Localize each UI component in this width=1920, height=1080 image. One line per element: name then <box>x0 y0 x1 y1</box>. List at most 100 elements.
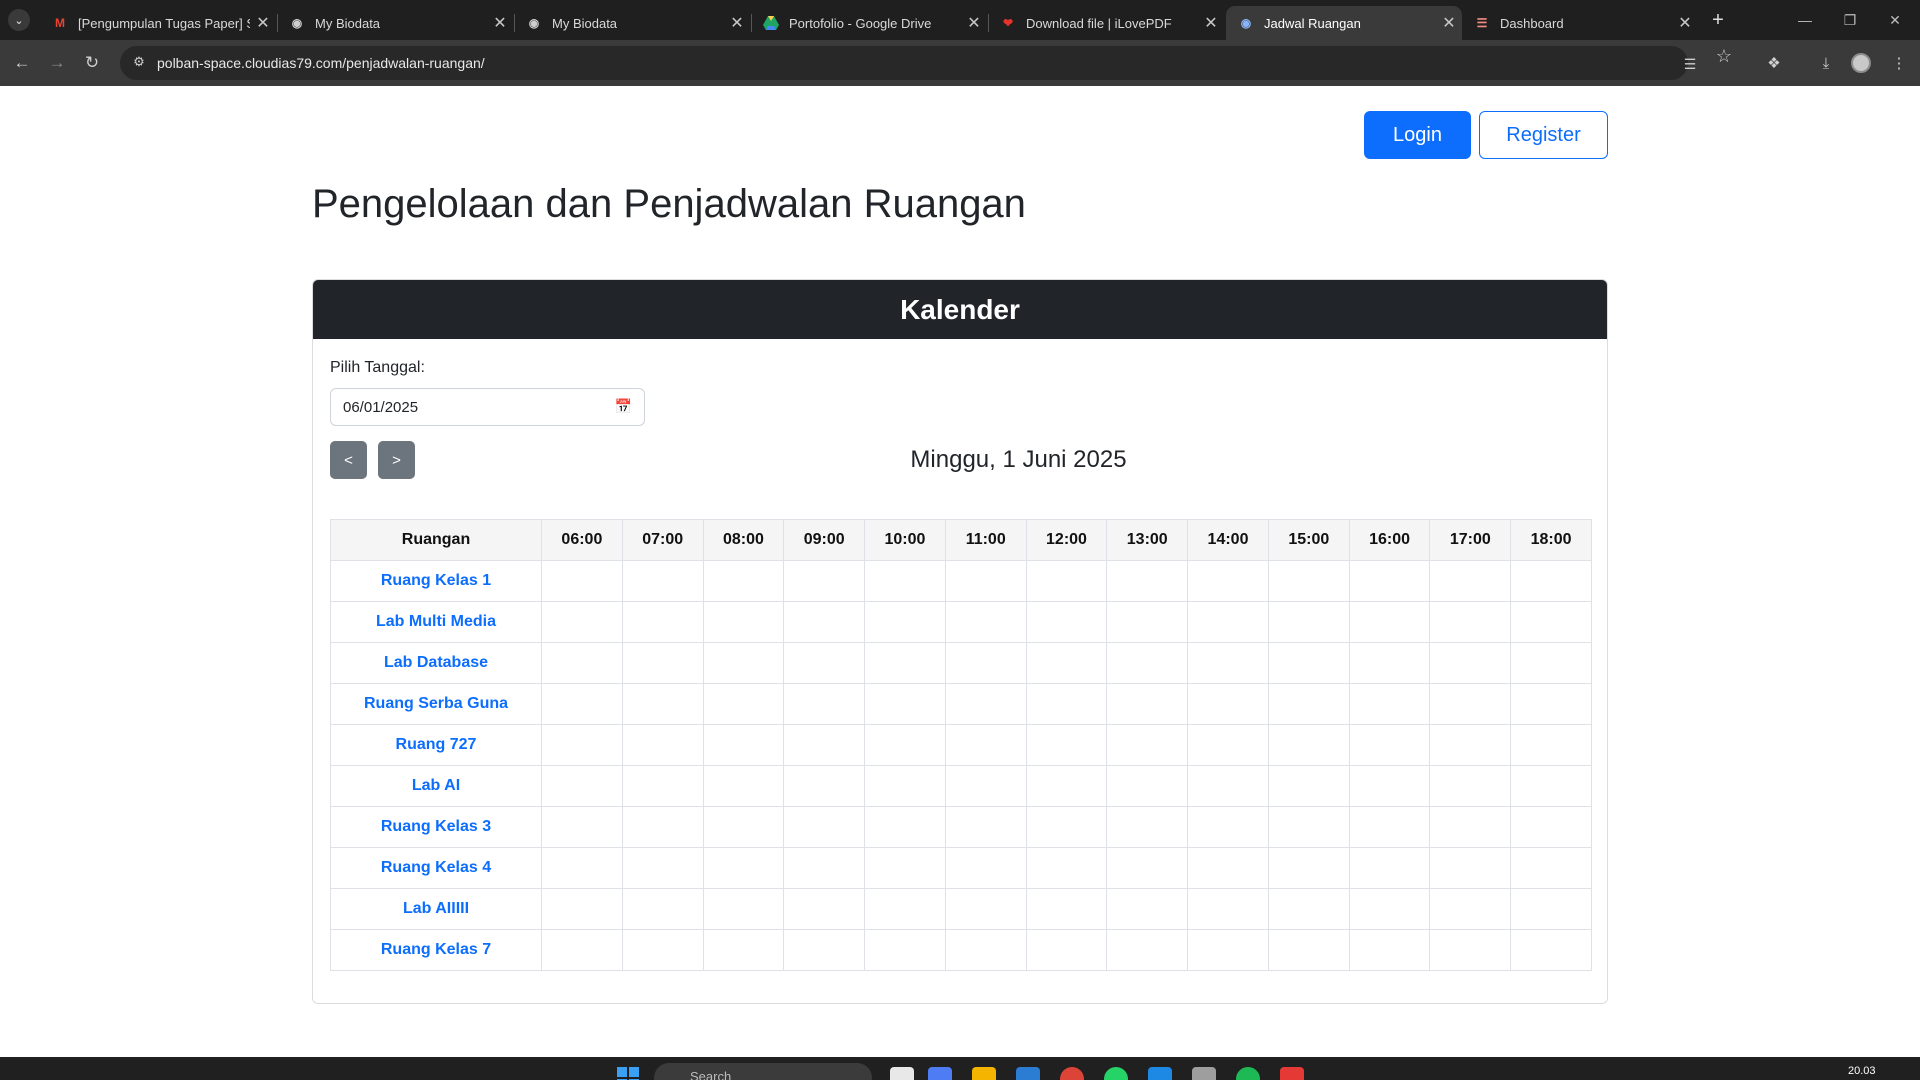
schedule-slot[interactable] <box>541 642 623 684</box>
schedule-slot[interactable] <box>864 929 946 971</box>
calendar-icon[interactable]: 📅 <box>615 398 632 415</box>
schedule-slot[interactable] <box>1106 929 1189 971</box>
schedule-slot[interactable] <box>1510 929 1592 971</box>
chrome-icon[interactable] <box>1060 1067 1084 1080</box>
room-link[interactable]: Lab AI <box>330 765 542 807</box>
schedule-slot[interactable] <box>621 888 704 930</box>
close-tab-icon[interactable]: ✕ <box>487 13 513 33</box>
schedule-slot[interactable] <box>783 724 866 766</box>
schedule-slot[interactable] <box>864 806 946 848</box>
tab-gmail[interactable]: M [Pengumpulan Tugas Paper] SW ✕ <box>40 6 276 40</box>
schedule-slot[interactable] <box>541 683 623 725</box>
tab-my-biodata-2[interactable]: ◉ My Biodata ✕ <box>514 6 750 40</box>
schedule-slot[interactable] <box>944 724 1027 766</box>
schedule-slot[interactable] <box>944 642 1027 684</box>
schedule-slot[interactable] <box>1106 847 1189 889</box>
close-tab-icon[interactable]: ✕ <box>724 13 750 33</box>
date-picker-input[interactable]: 06/01/2025 📅 <box>330 388 645 426</box>
schedule-slot[interactable] <box>1106 765 1189 807</box>
schedule-slot[interactable] <box>1106 683 1189 725</box>
room-link[interactable]: Lab Multi Media <box>330 601 542 643</box>
schedule-slot[interactable] <box>944 560 1027 602</box>
tab-my-biodata-1[interactable]: ◉ My Biodata ✕ <box>277 6 513 40</box>
schedule-slot[interactable] <box>1348 765 1431 807</box>
schedule-slot[interactable] <box>1348 929 1431 971</box>
schedule-slot[interactable] <box>1025 601 1108 643</box>
close-tab-icon[interactable]: ✕ <box>1436 13 1462 33</box>
schedule-slot[interactable] <box>1267 888 1350 930</box>
close-window-icon[interactable]: ✕ <box>1875 8 1915 32</box>
schedule-slot[interactable] <box>1187 683 1269 725</box>
schedule-slot[interactable] <box>1429 806 1512 848</box>
bookmark-star-icon[interactable]: ☆ <box>1714 46 1734 66</box>
schedule-slot[interactable] <box>1429 601 1512 643</box>
schedule-slot[interactable] <box>621 724 704 766</box>
task-view-icon[interactable] <box>890 1067 914 1080</box>
schedule-slot[interactable] <box>783 929 866 971</box>
schedule-slot[interactable] <box>864 601 946 643</box>
schedule-slot[interactable] <box>1267 765 1350 807</box>
schedule-slot[interactable] <box>1429 724 1512 766</box>
schedule-slot[interactable] <box>1025 642 1108 684</box>
schedule-slot[interactable] <box>1510 642 1592 684</box>
schedule-slot[interactable] <box>783 560 866 602</box>
login-button[interactable]: Login <box>1364 111 1471 159</box>
schedule-slot[interactable] <box>702 724 785 766</box>
schedule-slot[interactable] <box>1510 847 1592 889</box>
schedule-slot[interactable] <box>1429 642 1512 684</box>
schedule-slot[interactable] <box>621 806 704 848</box>
register-button[interactable]: Register <box>1479 111 1608 159</box>
schedule-slot[interactable] <box>702 765 785 807</box>
schedule-slot[interactable] <box>1187 847 1269 889</box>
room-link[interactable]: Lab AIIIII <box>330 888 542 930</box>
schedule-slot[interactable] <box>1025 806 1108 848</box>
schedule-slot[interactable] <box>1106 601 1189 643</box>
restore-icon[interactable]: ❐ <box>1830 8 1870 32</box>
schedule-slot[interactable] <box>1429 560 1512 602</box>
schedule-slot[interactable] <box>1429 929 1512 971</box>
schedule-slot[interactable] <box>1025 683 1108 725</box>
close-tab-icon[interactable]: ✕ <box>1198 13 1224 33</box>
schedule-slot[interactable] <box>864 888 946 930</box>
schedule-slot[interactable] <box>783 683 866 725</box>
schedule-slot[interactable] <box>1106 560 1189 602</box>
room-link[interactable]: Ruang Kelas 7 <box>330 929 542 971</box>
tab-search-chevron-icon[interactable]: ⌄ <box>8 9 30 31</box>
schedule-slot[interactable] <box>1025 847 1108 889</box>
schedule-slot[interactable] <box>864 724 946 766</box>
room-link[interactable]: Ruang Serba Guna <box>330 683 542 725</box>
schedule-slot[interactable] <box>702 847 785 889</box>
site-info-icon[interactable]: ⚙ <box>130 54 148 72</box>
schedule-slot[interactable] <box>1510 560 1592 602</box>
schedule-slot[interactable] <box>1429 888 1512 930</box>
schedule-slot[interactable] <box>621 642 704 684</box>
schedule-slot[interactable] <box>783 642 866 684</box>
schedule-slot[interactable] <box>1429 847 1512 889</box>
schedule-slot[interactable] <box>1348 560 1431 602</box>
schedule-slot[interactable] <box>1429 765 1512 807</box>
close-tab-icon[interactable]: ✕ <box>1672 13 1698 33</box>
vscode-icon[interactable] <box>1148 1067 1172 1080</box>
extensions-puzzle-icon[interactable]: ❖ <box>1762 52 1786 76</box>
photos-icon[interactable] <box>1192 1067 1216 1080</box>
schedule-slot[interactable] <box>702 929 785 971</box>
schedule-slot[interactable] <box>1510 724 1592 766</box>
schedule-slot[interactable] <box>541 847 623 889</box>
schedule-slot[interactable] <box>783 806 866 848</box>
room-link[interactable]: Ruang Kelas 1 <box>330 560 542 602</box>
schedule-slot[interactable] <box>1025 724 1108 766</box>
schedule-slot[interactable] <box>1348 847 1431 889</box>
schedule-slot[interactable] <box>1348 601 1431 643</box>
taskbar-search[interactable]: Search <box>654 1063 872 1080</box>
schedule-slot[interactable] <box>1267 601 1350 643</box>
schedule-slot[interactable] <box>541 765 623 807</box>
schedule-slot[interactable] <box>702 806 785 848</box>
translate-icon[interactable]: ☰ <box>1680 54 1700 74</box>
profile-avatar[interactable] <box>1851 53 1871 73</box>
schedule-slot[interactable] <box>1510 683 1592 725</box>
schedule-slot[interactable] <box>1025 929 1108 971</box>
schedule-slot[interactable] <box>621 683 704 725</box>
schedule-slot[interactable] <box>621 929 704 971</box>
minimize-icon[interactable]: — <box>1785 8 1825 32</box>
tab-jadwal-ruangan[interactable]: ◉ Jadwal Ruangan ✕ <box>1226 6 1462 40</box>
